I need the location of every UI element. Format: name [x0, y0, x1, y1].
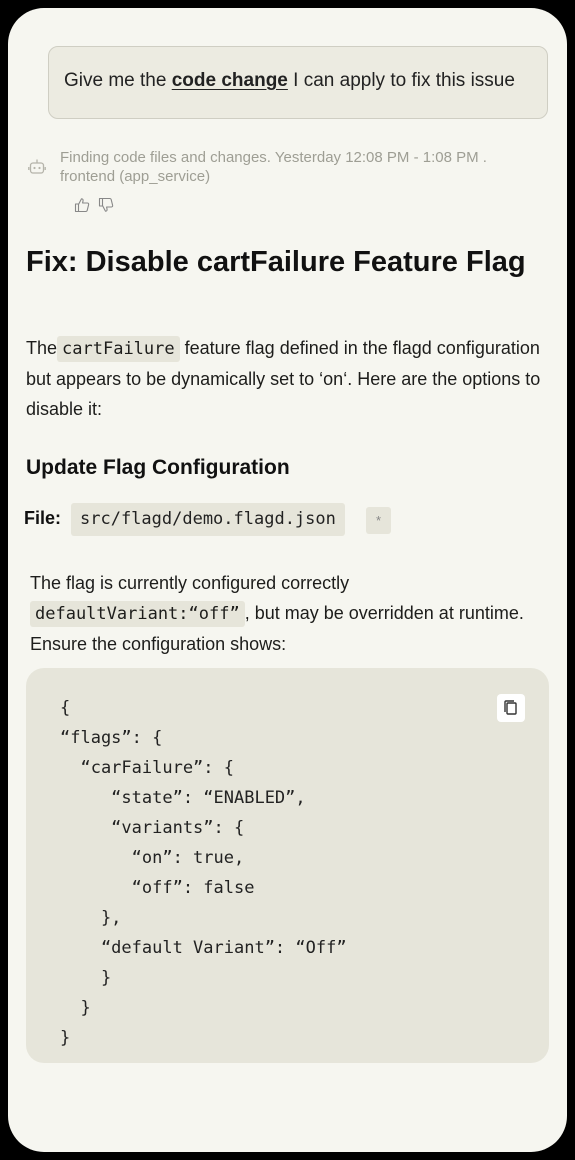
- user-message-prefix: Give me the: [64, 70, 172, 91]
- file-label: File:: [24, 508, 62, 528]
- note-text-before: The flag is currently configured correct…: [30, 573, 350, 593]
- user-message-bubble: Give me the code change I can apply to f…: [48, 46, 548, 119]
- intro-text-before: The: [26, 338, 58, 358]
- inline-code-default-variant: defaultVariant:“off”: [30, 601, 245, 627]
- code-block: { “flags”: { “carFailure”: { “state”: “E…: [26, 668, 549, 1063]
- thumbs-up-icon[interactable]: [74, 197, 90, 213]
- user-message-text: Give me the code change I can apply to f…: [64, 70, 515, 92]
- phone-frame: Give me the code change I can apply to f…: [0, 0, 575, 1160]
- file-action-button[interactable]: *: [366, 507, 391, 534]
- user-message-emphasis: code change: [171, 70, 288, 91]
- status-line-2: frontend (app_service): [60, 168, 211, 185]
- note-paragraph: The flag is currently configured correct…: [30, 568, 550, 659]
- user-message-suffix: I can apply to fix this issue: [287, 70, 515, 91]
- copy-icon: [504, 700, 517, 715]
- status-text: Finding code files and changes. Yesterda…: [60, 148, 550, 186]
- code-content: { “flags”: { “carFailure”: { “state”: “E…: [60, 698, 347, 1048]
- chat-screen: Give me the code change I can apply to f…: [8, 8, 567, 1152]
- file-path: src/flagd/demo.flagd.json: [71, 503, 345, 536]
- robot-icon: [28, 159, 46, 174]
- status-line-1: Finding code files and changes. Yesterda…: [60, 149, 487, 166]
- inline-code-cartfailure: cartFailure: [57, 336, 180, 362]
- copy-button[interactable]: [497, 694, 525, 722]
- intro-paragraph: The cartFailure feature flag defined in t…: [26, 333, 546, 424]
- thumbs-down-icon[interactable]: [98, 197, 114, 213]
- section-heading: Update Flag Configuration: [26, 456, 290, 479]
- answer-title: Fix: Disable cartFailure Feature Flag: [26, 246, 526, 278]
